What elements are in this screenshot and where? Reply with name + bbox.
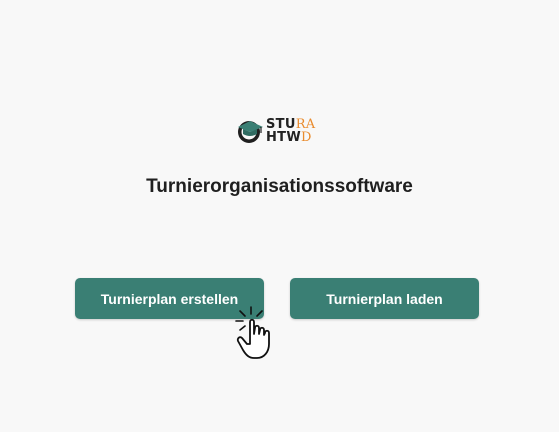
logo-wordmark: STURA HTWD bbox=[266, 118, 315, 144]
create-tournament-plan-button[interactable]: Turnierplan erstellen bbox=[75, 278, 264, 319]
graduation-cap-icon bbox=[238, 121, 263, 143]
stura-htwd-logo: STURA HTWD bbox=[236, 116, 326, 150]
logo-line2-main: HTW bbox=[266, 130, 301, 145]
logo-line2-accent: D bbox=[301, 130, 312, 145]
page-title: Turnierorganisationssoftware bbox=[146, 176, 413, 197]
start-screen: STURA HTWD Turnierorganisationssoftware … bbox=[0, 0, 559, 432]
load-tournament-plan-button[interactable]: Turnierplan laden bbox=[290, 278, 479, 319]
